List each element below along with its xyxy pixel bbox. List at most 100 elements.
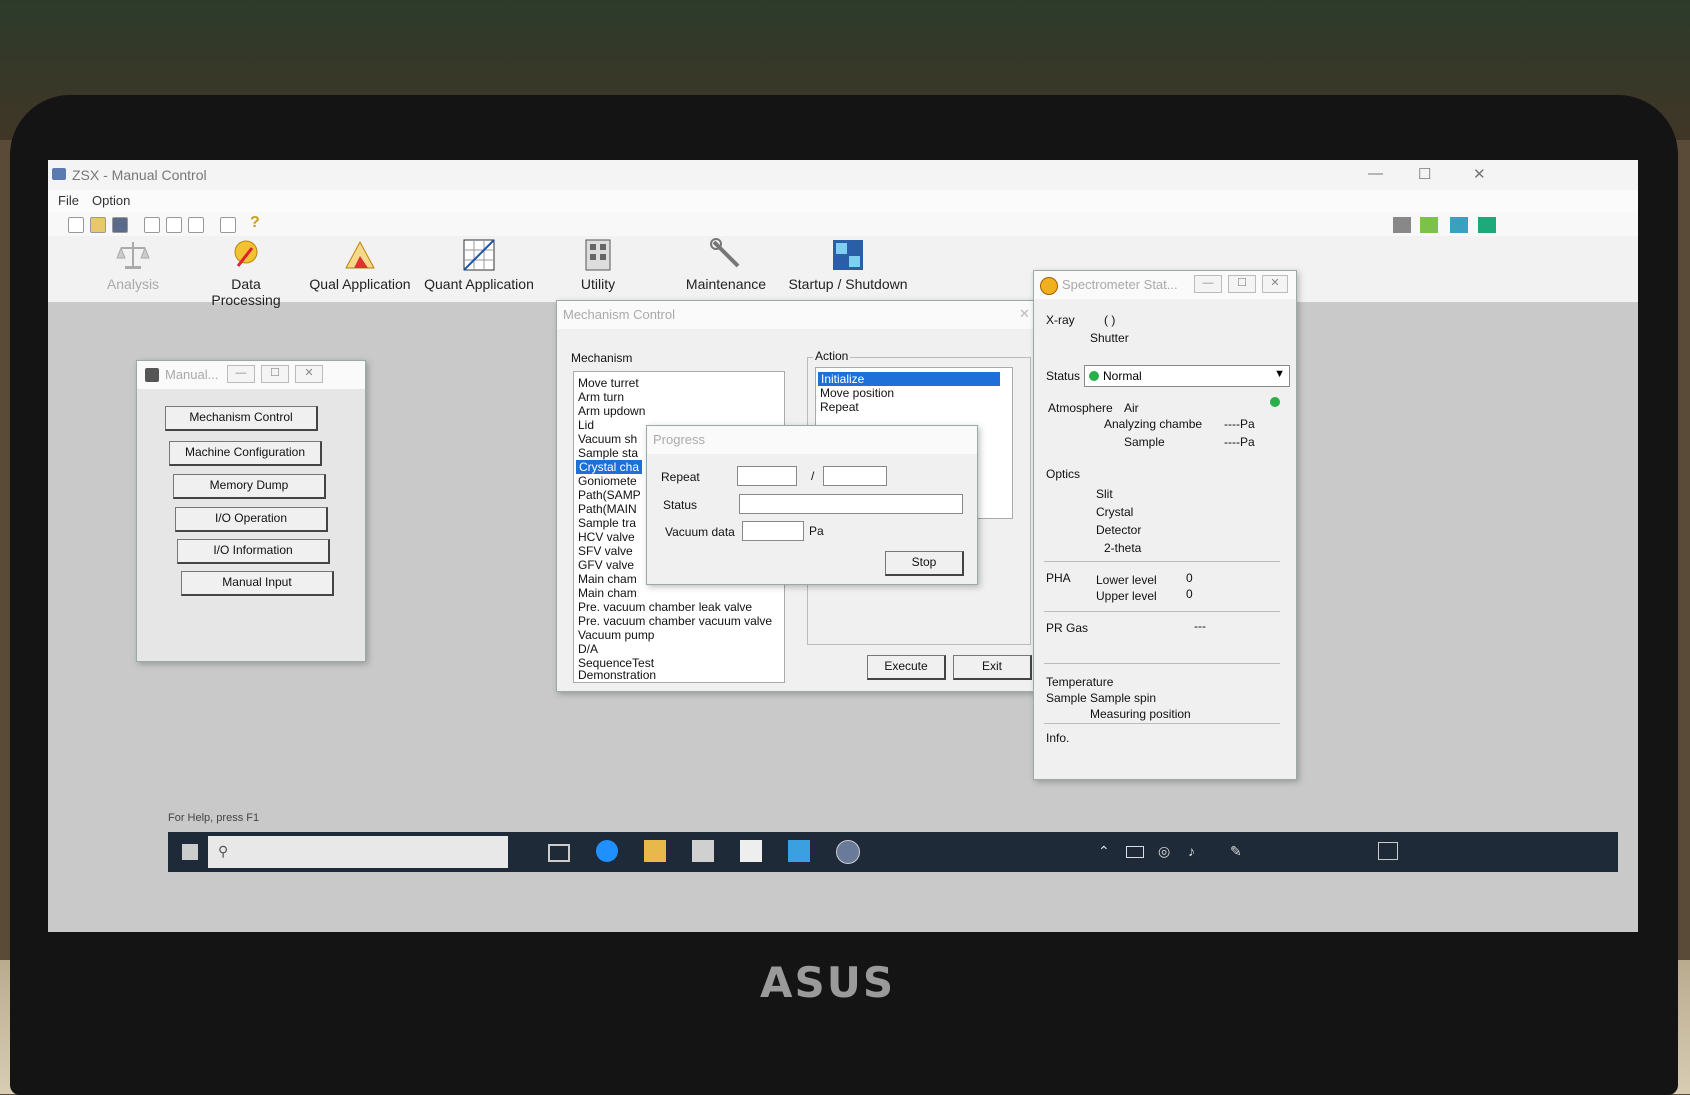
ribbon-maintenance[interactable]: Maintenance — [678, 238, 774, 292]
mechanism-item[interactable]: Main cham — [578, 586, 637, 600]
edge-browser-icon[interactable] — [596, 840, 618, 862]
mechanism-item[interactable]: Move turret — [578, 376, 639, 390]
manual-maximize-button[interactable]: ☐ — [261, 365, 289, 383]
network-globe-icon[interactable]: ◎ — [1158, 843, 1170, 860]
progress-titlebar: Progress — [647, 426, 977, 454]
status-select[interactable]: Normal ▼ — [1084, 365, 1290, 387]
action-item[interactable]: Move position — [820, 386, 894, 400]
mechanism-item[interactable]: Lid — [578, 418, 594, 432]
upper-level-label: Upper level — [1096, 589, 1157, 603]
close-icon[interactable]: ✕ — [1473, 165, 1486, 183]
pen-icon[interactable]: ✎ — [1230, 843, 1242, 860]
mechanism-item[interactable]: HCV valve — [578, 530, 635, 544]
mechanism-item[interactable]: D/A — [578, 642, 598, 656]
optics-detector: Detector — [1096, 523, 1142, 537]
menu-option[interactable]: Option — [92, 193, 130, 208]
spectrometer-maximize-button[interactable]: ☐ — [1228, 275, 1256, 293]
menu-file[interactable]: File — [58, 193, 79, 208]
mechanism-item[interactable]: Path(SAMP — [578, 488, 641, 502]
cut-icon[interactable] — [144, 217, 160, 233]
mechanism-item[interactable]: Goniomete — [578, 474, 637, 488]
atmosphere-label: Atmosphere — [1048, 401, 1113, 415]
xray-label: X-ray — [1046, 313, 1075, 327]
manual-window-titlebar: Manual... — ☐ ✕ — [137, 361, 365, 389]
mechanism-item[interactable]: Pre. vacuum chamber vacuum valve — [578, 614, 772, 628]
mechanism-item[interactable]: Arm turn — [578, 390, 624, 404]
spectrometer-close-button[interactable]: ✕ — [1262, 275, 1288, 293]
manual-minimize-button[interactable]: — — [227, 365, 255, 383]
ribbon-quant-application[interactable]: Quant Application — [420, 238, 538, 292]
mechanism-close-icon[interactable]: ✕ — [1019, 306, 1030, 322]
mechanism-item[interactable]: Pre. vacuum chamber leak valve — [578, 600, 752, 614]
action-item[interactable]: Repeat — [820, 400, 859, 414]
print-icon[interactable] — [220, 217, 236, 233]
ribbon-data-processing[interactable]: Data Processing — [196, 238, 296, 308]
copy-icon[interactable] — [166, 217, 182, 233]
machine-configuration-button[interactable]: Machine Configuration — [169, 441, 322, 466]
maximize-icon[interactable]: ☐ — [1418, 165, 1431, 183]
io-information-button[interactable]: I/O Information — [177, 539, 330, 564]
ribbon-qual-application[interactable]: Qual Application — [308, 238, 412, 292]
ribbon-startup-shutdown[interactable]: Startup / Shutdown — [783, 238, 913, 292]
mechanism-item[interactable]: Demonstration — [578, 668, 656, 682]
mechanism-item[interactable]: SFV valve — [578, 544, 633, 558]
mechanism-item[interactable]: Path(MAIN — [578, 502, 637, 516]
help-icon[interactable]: ? — [250, 215, 264, 231]
search-icon[interactable]: ⚲ — [218, 843, 228, 860]
minimize-icon[interactable]: — — [1368, 165, 1383, 182]
optics-slit: Slit — [1096, 487, 1113, 501]
mechanism-item[interactable]: Sample tra — [578, 516, 636, 530]
lower-level-label: Lower level — [1096, 573, 1157, 587]
open-folder-icon[interactable] — [90, 217, 106, 233]
toolbar-right-icon-2[interactable] — [1420, 217, 1438, 233]
manual-close-button[interactable]: ✕ — [295, 365, 323, 383]
app-titlebar: ZSX - Manual Control — ☐ ✕ — [48, 160, 1638, 191]
manual-input-button[interactable]: Manual Input — [181, 571, 334, 596]
notification-icon[interactable] — [1378, 842, 1398, 860]
mechanism-window-title: Mechanism Control — [563, 307, 675, 322]
mechanism-item[interactable]: Vacuum sh — [578, 432, 637, 446]
file-explorer-icon[interactable] — [644, 840, 666, 862]
exit-button[interactable]: Exit — [953, 655, 1032, 680]
toolbar-right-icon-1[interactable] — [1393, 217, 1411, 233]
app-icon — [52, 168, 66, 180]
save-icon[interactable] — [112, 217, 128, 233]
tray-chevron-up-icon[interactable]: ⌃ — [1098, 843, 1110, 860]
menu-bar: File Option — [48, 190, 1638, 212]
toolbar-right-icon-3[interactable] — [1450, 217, 1468, 233]
windows-start-icon[interactable] — [182, 844, 198, 860]
scale-icon — [116, 242, 150, 269]
toolbar-right-icon-4[interactable] — [1478, 217, 1496, 233]
volume-icon[interactable]: ♪ — [1188, 843, 1195, 859]
mechanism-control-button[interactable]: Mechanism Control — [165, 406, 318, 431]
mechanism-item[interactable]: Sample sta — [578, 446, 638, 460]
upper-level-value: 0 — [1186, 587, 1193, 601]
chevron-down-icon[interactable]: ▼ — [1274, 368, 1285, 380]
ribbon-utility[interactable]: Utility — [563, 238, 633, 292]
mail-icon[interactable] — [740, 840, 762, 862]
divider — [1044, 611, 1280, 612]
memory-dump-button[interactable]: Memory Dump — [173, 474, 326, 499]
mechanism-item-selected[interactable]: Crystal cha — [576, 460, 643, 474]
mechanism-item[interactable]: Arm updown — [578, 404, 645, 418]
new-file-icon[interactable] — [68, 217, 84, 233]
execute-button[interactable]: Execute — [867, 655, 946, 680]
startup-shutdown-icon — [833, 240, 863, 270]
help-status-line: For Help, press F1 — [168, 812, 260, 824]
taskbar-search-box[interactable]: ⚲ — [208, 836, 508, 868]
ribbon-analysis[interactable]: Analysis — [98, 238, 168, 292]
battery-icon[interactable] — [1126, 846, 1144, 858]
io-operation-button[interactable]: I/O Operation — [175, 507, 328, 532]
spectrometer-minimize-button[interactable]: — — [1194, 275, 1222, 293]
mechanism-item[interactable]: Vacuum pump — [578, 628, 654, 642]
zsx-taskbar-icon[interactable] — [836, 840, 860, 864]
app-taskbar-icon[interactable] — [788, 840, 810, 862]
task-view-icon[interactable] — [548, 844, 570, 862]
mechanism-item[interactable]: Main cham — [578, 572, 637, 586]
action-item-selected[interactable]: Initialize — [818, 372, 1000, 386]
store-icon[interactable] — [692, 840, 714, 862]
sample-pressure-value: ----Pa — [1224, 435, 1255, 449]
paste-icon[interactable] — [188, 217, 204, 233]
mechanism-item[interactable]: GFV valve — [578, 558, 634, 572]
stop-button[interactable]: Stop — [885, 551, 964, 576]
